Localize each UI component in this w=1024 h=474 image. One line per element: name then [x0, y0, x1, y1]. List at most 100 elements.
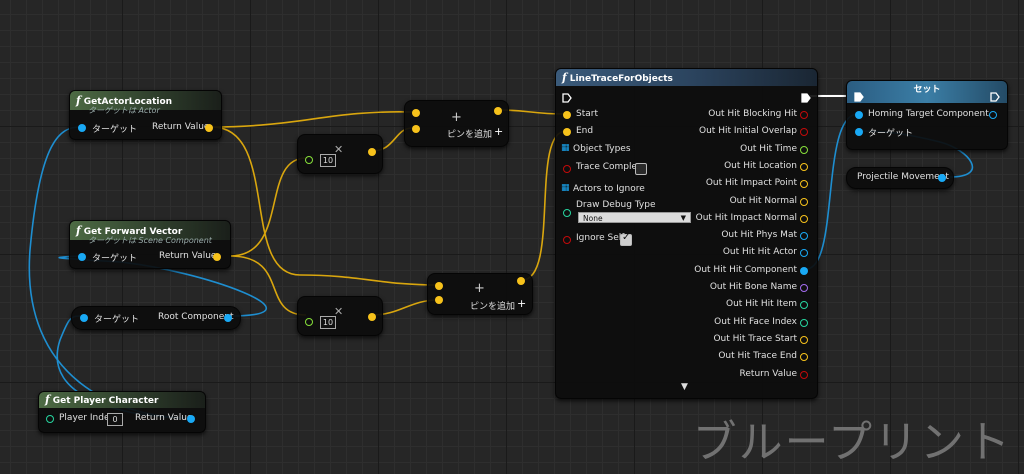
start-pin[interactable] [563, 111, 571, 119]
function-icon: f [76, 224, 81, 237]
checkmark-icon: ✓ [622, 232, 631, 243]
projectile-movement-getter-node[interactable]: Projectile Movement [846, 167, 954, 189]
result-output-pin[interactable] [517, 277, 525, 285]
output-label: Out Hit Trace End [718, 351, 797, 362]
get-actor-location-node[interactable]: f GetActorLocation ターゲットは Actor ターゲット Ret… [69, 90, 222, 140]
return-value-pin[interactable] [205, 124, 213, 132]
wire-location-to-add [211, 111, 413, 128]
output-label: Out Hit Blocking Hit [708, 109, 797, 119]
multiply-node-bottom[interactable]: 10 ✕ [297, 296, 383, 336]
chevron-down-icon: ▼ [680, 214, 686, 222]
add-input-pin-b[interactable] [435, 296, 443, 304]
add-node-bottom[interactable]: + ピンを追加 + [427, 273, 533, 315]
output-label: Out Hit Hit Actor [722, 247, 797, 258]
node-header: f Get Player Character [39, 392, 205, 408]
homing-target-input-pin[interactable] [855, 111, 863, 119]
add-input-pin-a[interactable] [435, 282, 443, 290]
output-label: Out Hit Hit Component [694, 264, 797, 275]
player-index-pin[interactable] [46, 415, 54, 423]
output-label: Out Hit Impact Normal [695, 212, 797, 223]
end-pin[interactable] [563, 128, 571, 136]
output-pin[interactable] [800, 180, 808, 189]
pin-label: Return Value [135, 413, 193, 423]
target-input-pin[interactable] [855, 128, 863, 136]
get-forward-vector-node[interactable]: f Get Forward Vector ターゲットは Scene Compone… [69, 220, 231, 269]
expand-arrow-icon[interactable]: ▼ [681, 382, 688, 392]
result-output-pin[interactable] [368, 148, 376, 156]
result-output-pin[interactable] [494, 107, 502, 115]
output-pin[interactable] [800, 301, 808, 310]
output-pin[interactable] [800, 197, 808, 206]
array-icon: ▦ [561, 143, 570, 153]
trace-complex-pin[interactable] [563, 165, 571, 173]
blueprint-watermark: ブループリント [692, 417, 1012, 468]
root-component-pin[interactable] [224, 314, 232, 322]
input-label-object-types[interactable]: Object Types [573, 144, 631, 154]
get-player-character-node[interactable]: f Get Player Character Player Index 0 Ret… [38, 391, 206, 433]
output-pin[interactable] [800, 335, 808, 344]
draw-debug-type-pin[interactable] [563, 209, 571, 217]
exec-output-pin[interactable] [990, 92, 1000, 102]
target-input-pin[interactable] [78, 253, 86, 261]
exec-output-pin[interactable] [801, 93, 811, 103]
output-pin[interactable] [800, 353, 808, 362]
multiply-node-top[interactable]: 10 ✕ [297, 134, 383, 174]
wire-forward-to-mult-top [229, 157, 307, 257]
ignore-self-checkbox[interactable]: ✓ [620, 232, 632, 246]
output-pin[interactable] [800, 266, 808, 275]
output-pin[interactable] [800, 111, 808, 119]
return-value-pin[interactable] [187, 415, 195, 423]
pin-label: Root Component [158, 312, 234, 322]
player-index-field[interactable]: 0 [107, 413, 123, 426]
dropdown-value: None [583, 214, 603, 223]
output-pin[interactable] [800, 249, 808, 258]
float-input-pin[interactable] [305, 318, 313, 326]
add-pin-button[interactable]: + [517, 297, 526, 310]
target-input-pin[interactable] [80, 314, 88, 322]
add-pin-button[interactable]: + [494, 125, 503, 138]
node-subtitle: ターゲットは Actor [88, 106, 160, 115]
exec-input-pin[interactable] [562, 93, 572, 103]
return-value-pin[interactable] [213, 253, 221, 261]
output-pin[interactable] [800, 128, 808, 137]
ignore-self-pin[interactable] [563, 236, 571, 244]
output-label: Out Hit Trace Start [713, 333, 797, 344]
trace-complex-checkbox[interactable] [635, 163, 647, 175]
add-pin-label: ピンを追加 [447, 130, 493, 140]
output-pin[interactable] [800, 318, 808, 327]
set-variable-node[interactable]: セット Homing Target Component ターゲット [846, 80, 1008, 150]
input-label-actors-to-ignore[interactable]: Actors to Ignore [573, 184, 645, 194]
line-trace-for-objects-node[interactable]: f LineTraceForObjects Start End ▦ Object … [555, 68, 818, 399]
homing-target-output-pin[interactable] [989, 111, 997, 119]
pin-label: Return Value [159, 251, 217, 261]
output-pin[interactable] [800, 162, 808, 171]
output-pin[interactable] [800, 214, 808, 223]
result-output-pin[interactable] [368, 313, 376, 321]
root-component-getter-node[interactable]: ターゲット Root Component [71, 306, 241, 330]
multiply-icon: ✕ [334, 143, 344, 156]
target-input-pin[interactable] [78, 124, 86, 132]
output-pin[interactable] [800, 145, 808, 154]
projectile-movement-pin[interactable] [938, 174, 946, 182]
input-label-draw-debug-type: Draw Debug Type [576, 200, 656, 210]
float-input-pin[interactable] [305, 156, 313, 164]
draw-debug-type-dropdown[interactable]: None ▼ [578, 212, 691, 223]
add-node-top[interactable]: + ピンを追加 + [404, 100, 509, 147]
node-subtitle: ターゲットは Scene Component [88, 236, 212, 245]
node-header: セット [847, 81, 1007, 103]
add-pin-label: ピンを追加 [470, 302, 516, 312]
exec-input-pin[interactable] [854, 92, 864, 102]
pin-label: ターゲット [92, 254, 138, 264]
add-input-pin-b[interactable] [412, 125, 420, 133]
plus-icon: + [451, 110, 462, 125]
function-icon: f [45, 393, 50, 406]
output-pin[interactable] [800, 284, 808, 292]
add-input-pin-a[interactable] [412, 109, 420, 117]
output-label: Out Hit Normal [729, 195, 797, 206]
multiply-icon: ✕ [334, 305, 344, 318]
output-pin[interactable] [800, 232, 808, 241]
node-header: f GetActorLocation ターゲットは Actor [70, 91, 221, 115]
output-pin[interactable] [800, 370, 808, 379]
pin-label: Homing Target Component [868, 109, 989, 119]
pin-label: Return Value [152, 122, 210, 132]
